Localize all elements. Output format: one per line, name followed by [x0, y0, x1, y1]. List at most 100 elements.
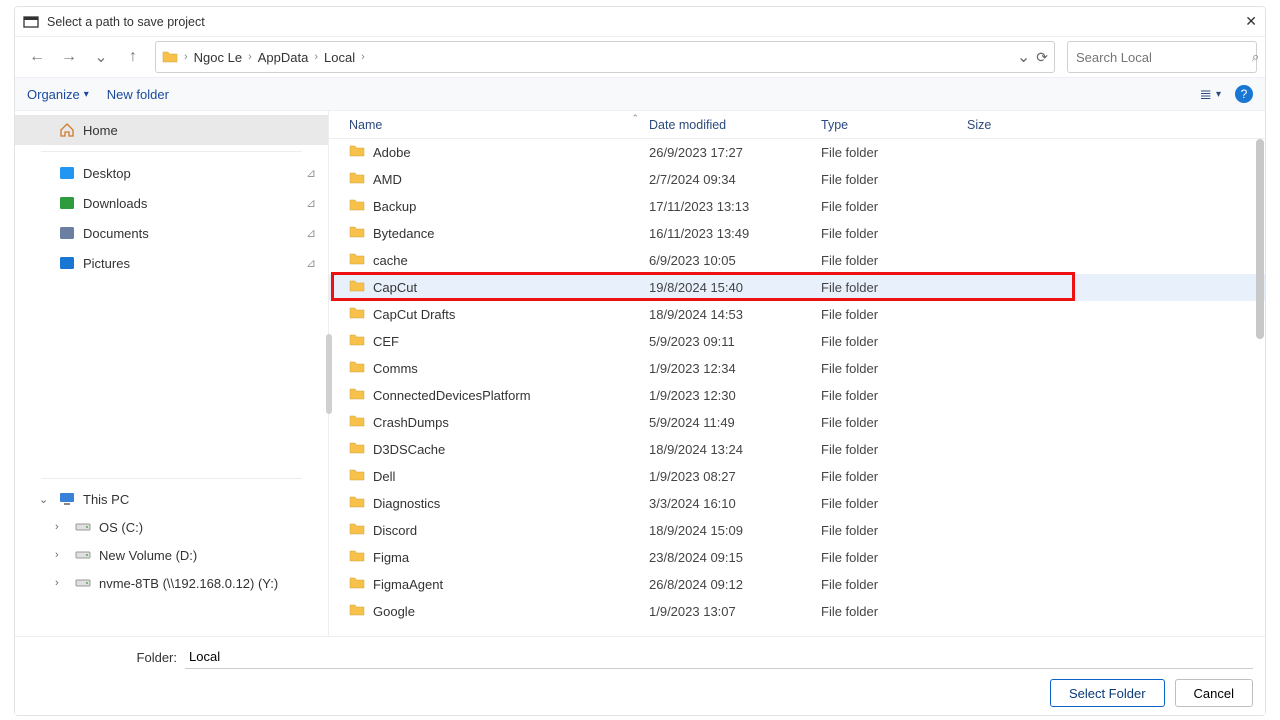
- close-icon[interactable]: ✕: [1245, 13, 1257, 30]
- folder-icon: [349, 494, 365, 513]
- file-row[interactable]: FigmaAgent26/8/2024 09:12File folder: [329, 571, 1265, 598]
- file-row[interactable]: CapCut19/8/2024 15:40File folder: [329, 274, 1265, 301]
- main-area: Home Desktop⊿Downloads⊿Documents⊿Picture…: [15, 111, 1265, 636]
- sidebar-item-label: Pictures: [83, 256, 130, 271]
- file-list[interactable]: Adobe26/9/2023 17:27File folderAMD2/7/20…: [329, 139, 1265, 636]
- expand-icon[interactable]: ›: [55, 521, 67, 533]
- file-list-pane: Name ⌃ Date modified Type Size Adobe26/9…: [329, 111, 1265, 636]
- file-date: 26/9/2023 17:27: [649, 145, 821, 160]
- file-date: 1/9/2023 13:07: [649, 604, 821, 619]
- tree-item-this-pc[interactable]: ⌄ This PC: [15, 485, 328, 513]
- file-name: Dell: [373, 469, 395, 484]
- pin-icon[interactable]: ⊿: [306, 256, 316, 270]
- file-row[interactable]: Figma23/8/2024 09:15File folder: [329, 544, 1265, 571]
- sidebar-item-downloads[interactable]: Downloads⊿: [15, 188, 328, 218]
- sidebar-item-home[interactable]: Home: [15, 115, 328, 145]
- file-type: File folder: [821, 226, 967, 241]
- address-bar[interactable]: › Ngoc Le› AppData› Local› ⌄ ⟳: [155, 41, 1055, 73]
- column-headers: Name ⌃ Date modified Type Size: [329, 111, 1265, 139]
- file-row[interactable]: Comms1/9/2023 12:34File folder: [329, 355, 1265, 382]
- desktop-icon: [59, 165, 75, 181]
- file-row[interactable]: cache6/9/2023 10:05File folder: [329, 247, 1265, 274]
- pin-icon[interactable]: ⊿: [306, 196, 316, 210]
- folder-icon: [349, 278, 365, 297]
- file-row[interactable]: ConnectedDevicesPlatform1/9/2023 12:30Fi…: [329, 382, 1265, 409]
- folder-icon: [349, 440, 365, 459]
- file-row[interactable]: Backup17/11/2023 13:13File folder: [329, 193, 1265, 220]
- file-date: 6/9/2023 10:05: [649, 253, 821, 268]
- new-folder-button[interactable]: New folder: [107, 87, 169, 102]
- folder-icon: [349, 305, 365, 324]
- select-folder-button[interactable]: Select Folder: [1050, 679, 1165, 707]
- file-name: CEF: [373, 334, 399, 349]
- path-dropdown-icon[interactable]: ⌄: [1017, 47, 1030, 67]
- file-row[interactable]: Diagnostics3/3/2024 16:10File folder: [329, 490, 1265, 517]
- nav-recent-button[interactable]: ⌄: [87, 43, 115, 71]
- file-row[interactable]: AMD2/7/2024 09:34File folder: [329, 166, 1265, 193]
- nav-up-button[interactable]: ↑: [119, 43, 147, 71]
- search-input[interactable]: [1076, 50, 1252, 65]
- column-date[interactable]: Date modified: [649, 118, 821, 132]
- file-row[interactable]: Adobe26/9/2023 17:27File folder: [329, 139, 1265, 166]
- picture-icon: [59, 255, 75, 271]
- file-type: File folder: [821, 307, 967, 322]
- file-row[interactable]: CEF5/9/2023 09:11File folder: [329, 328, 1265, 355]
- pin-icon[interactable]: ⊿: [306, 166, 316, 180]
- file-date: 23/8/2024 09:15: [649, 550, 821, 565]
- column-type[interactable]: Type: [821, 118, 967, 132]
- file-date: 1/9/2023 12:34: [649, 361, 821, 376]
- expand-icon[interactable]: ⌄: [39, 493, 51, 506]
- search-box[interactable]: ⌕: [1067, 41, 1257, 73]
- tree-item-drive[interactable]: ›New Volume (D:): [15, 541, 328, 569]
- sidebar-item-documents[interactable]: Documents⊿: [15, 218, 328, 248]
- folder-icon: [349, 251, 365, 270]
- file-row[interactable]: Dell1/9/2023 08:27File folder: [329, 463, 1265, 490]
- breadcrumb-segment[interactable]: Ngoc Le›: [194, 50, 252, 65]
- search-icon: ⌕: [1252, 49, 1259, 65]
- sidebar-item-pictures[interactable]: Pictures ⊿: [15, 248, 328, 278]
- chevron-right-icon: ›: [361, 51, 365, 63]
- nav-forward-button[interactable]: →: [55, 43, 83, 71]
- nav-back-button[interactable]: ←: [23, 43, 51, 71]
- organize-menu[interactable]: Organize▾: [27, 87, 89, 102]
- sidebar-separator: [41, 151, 302, 152]
- folder-name-input[interactable]: [185, 645, 1253, 669]
- folder-icon: [349, 575, 365, 594]
- expand-icon[interactable]: ›: [55, 549, 67, 561]
- file-date: 5/9/2024 11:49: [649, 415, 821, 430]
- file-row[interactable]: Google1/9/2023 13:07File folder: [329, 598, 1265, 625]
- file-name: ConnectedDevicesPlatform: [373, 388, 531, 403]
- breadcrumb-segment[interactable]: Local›: [324, 50, 365, 65]
- command-toolbar: Organize▾ New folder ≣ ▾ ?: [15, 77, 1265, 111]
- breadcrumb-segment[interactable]: AppData›: [258, 50, 318, 65]
- help-icon[interactable]: ?: [1235, 85, 1253, 103]
- cancel-button[interactable]: Cancel: [1175, 679, 1253, 707]
- file-row[interactable]: Discord18/9/2024 15:09File folder: [329, 517, 1265, 544]
- file-date: 2/7/2024 09:34: [649, 172, 821, 187]
- app-icon: [23, 14, 39, 30]
- sidebar-item-desktop[interactable]: Desktop ⊿: [15, 158, 328, 188]
- view-mode-button[interactable]: ≣ ▾: [1199, 85, 1221, 103]
- expand-icon[interactable]: ›: [55, 577, 67, 589]
- scrollbar-thumb[interactable]: [1256, 139, 1264, 339]
- sidebar-item-label: Desktop: [83, 166, 131, 181]
- tree-item-drive[interactable]: ›nvme-8TB (\\192.168.0.12) (Y:): [15, 569, 328, 597]
- folder-icon: [349, 224, 365, 243]
- file-type: File folder: [821, 361, 967, 376]
- drive-icon: [75, 575, 91, 591]
- pin-icon[interactable]: ⊿: [306, 226, 316, 240]
- file-name: D3DSCache: [373, 442, 445, 457]
- file-type: File folder: [821, 550, 967, 565]
- refresh-icon[interactable]: ⟳: [1036, 49, 1048, 66]
- column-size[interactable]: Size: [967, 118, 1057, 132]
- file-row[interactable]: Bytedance16/11/2023 13:49File folder: [329, 220, 1265, 247]
- scrollbar-track[interactable]: [1255, 139, 1265, 636]
- file-row[interactable]: CapCut Drafts18/9/2024 14:53File folder: [329, 301, 1265, 328]
- tree-item-drive[interactable]: ›OS (C:): [15, 513, 328, 541]
- file-row[interactable]: D3DSCache18/9/2024 13:24File folder: [329, 436, 1265, 463]
- column-name[interactable]: Name ⌃: [349, 118, 649, 132]
- folder-icon: [349, 413, 365, 432]
- folder-icon: [349, 602, 365, 621]
- nav-toolbar: ← → ⌄ ↑ › Ngoc Le› AppData› Local› ⌄ ⟳ ⌕: [15, 37, 1265, 77]
- file-row[interactable]: CrashDumps5/9/2024 11:49File folder: [329, 409, 1265, 436]
